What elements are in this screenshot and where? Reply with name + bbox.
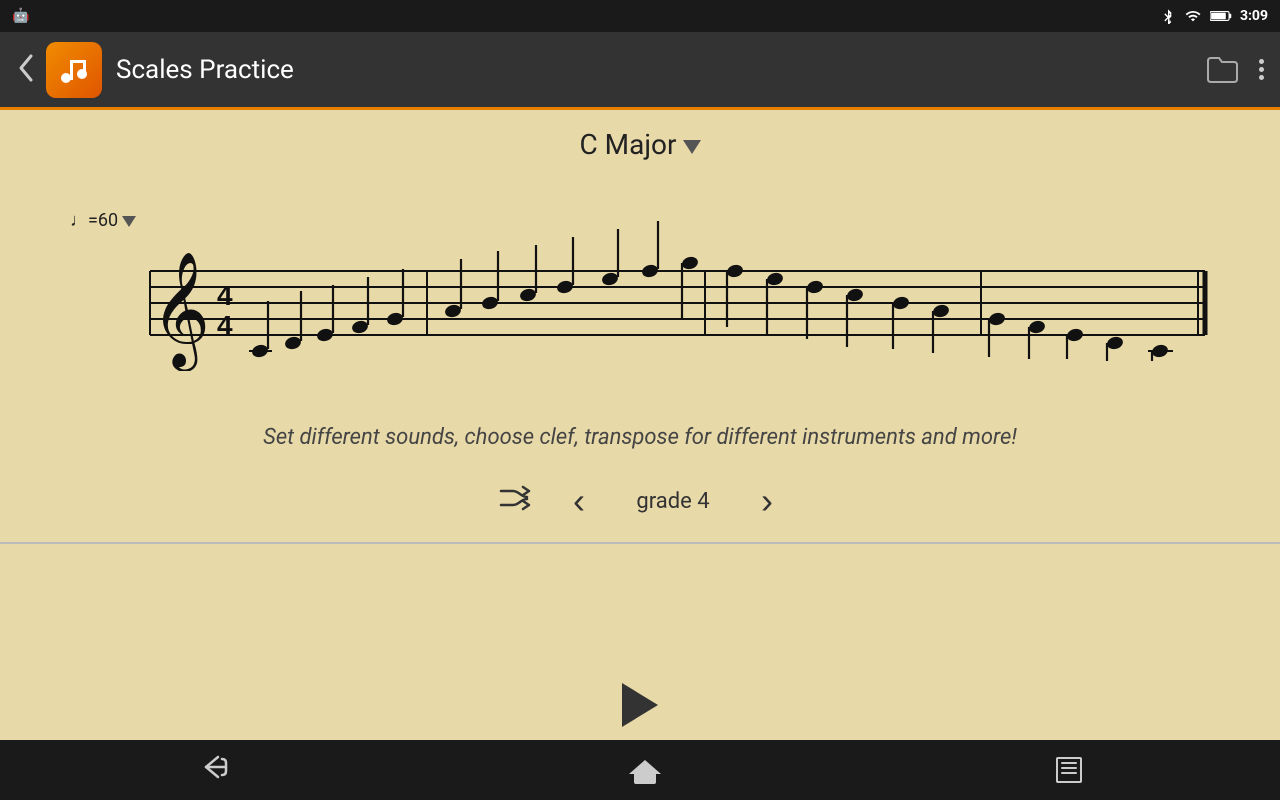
folder-button[interactable]	[1205, 53, 1239, 87]
app-actions	[1205, 53, 1264, 87]
sheet-music: 𝄞 4 4	[65, 191, 1215, 375]
android-icon: 🤖	[12, 8, 29, 24]
bluetooth-icon	[1160, 8, 1176, 24]
tempo-area[interactable]: ♩=60	[70, 210, 136, 231]
grade-nav: ‹ grade 4 ›	[499, 480, 781, 522]
grade-label: grade 4	[623, 489, 723, 514]
play-area	[0, 670, 1280, 740]
play-button[interactable]	[622, 683, 658, 727]
svg-text:𝄞: 𝄞	[151, 253, 210, 371]
wifi-icon	[1184, 8, 1202, 24]
hint-text: Set different sounds, choose clef, trans…	[263, 425, 1017, 450]
scale-title-area[interactable]: C Major	[579, 128, 700, 161]
time-display: 3:09	[1240, 8, 1268, 24]
tempo-dropdown-arrow[interactable]	[122, 216, 136, 227]
app-bar: Scales Practice	[0, 32, 1280, 110]
divider	[0, 542, 1280, 544]
tempo-text: ♩=60	[70, 210, 118, 231]
shuffle-button[interactable]	[499, 483, 535, 520]
more-button[interactable]	[1259, 59, 1264, 80]
home-roof-icon	[629, 760, 661, 774]
next-grade-button[interactable]: ›	[753, 480, 781, 522]
status-bar: 🤖 3:09	[0, 0, 1280, 32]
battery-icon	[1210, 9, 1232, 23]
scale-title: C Major	[579, 128, 676, 161]
svg-text:4: 4	[217, 310, 233, 341]
main-content: C Major ♩=60 𝄞 4 4	[0, 110, 1280, 670]
scale-dropdown-arrow[interactable]	[683, 140, 701, 154]
prev-grade-button[interactable]: ‹	[565, 480, 593, 522]
nav-recents-button[interactable]	[1056, 757, 1082, 783]
app-icon	[46, 42, 102, 98]
app-title: Scales Practice	[116, 55, 1205, 85]
nav-home-button[interactable]	[629, 756, 661, 784]
recents-icon	[1056, 757, 1082, 783]
back-button[interactable]	[16, 52, 36, 88]
nav-back-button[interactable]	[198, 753, 234, 787]
nav-bar	[0, 740, 1280, 800]
svg-text:4: 4	[217, 280, 233, 311]
